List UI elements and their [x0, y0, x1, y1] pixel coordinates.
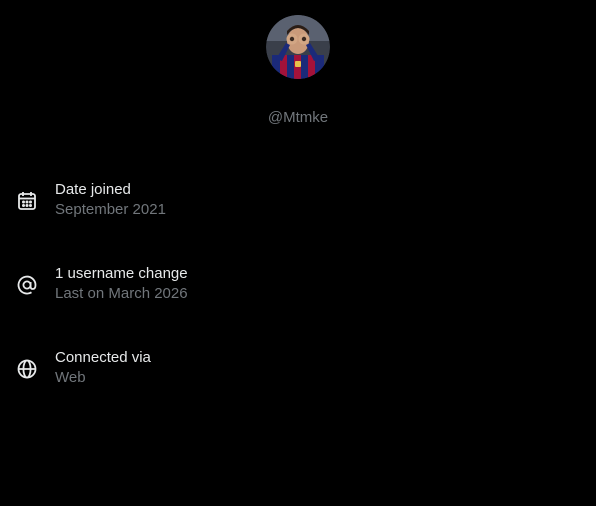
- about-item-title: 1 username change: [55, 265, 188, 282]
- profile-photo: [266, 15, 330, 79]
- about-item-title: Connected via: [55, 349, 151, 366]
- globe-icon: [16, 358, 38, 380]
- about-item-username-change: 1 username change Last on March 2026: [16, 264, 576, 308]
- avatar[interactable]: [266, 15, 330, 79]
- about-item-date-joined: Date joined September 2021: [16, 180, 576, 224]
- about-item-title: Date joined: [55, 181, 131, 198]
- about-item-subtitle: Web: [55, 369, 86, 386]
- about-item-subtitle: Last on March 2026: [55, 285, 188, 302]
- calendar-icon: [16, 190, 38, 212]
- about-item-subtitle: September 2021: [55, 201, 166, 218]
- account-about-panel: @Mtmke Date joined September 2021 1 user…: [0, 0, 596, 506]
- at-sign-icon: [16, 274, 38, 296]
- about-item-connected-via: Connected via Web: [16, 348, 576, 392]
- profile-handle: @Mtmke: [267, 109, 329, 126]
